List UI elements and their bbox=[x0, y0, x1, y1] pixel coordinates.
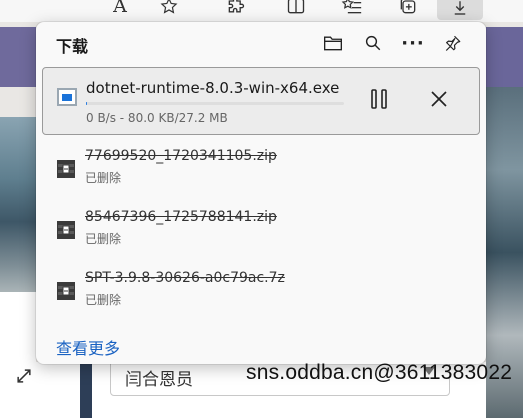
more-icon[interactable]: ··· bbox=[400, 30, 426, 56]
split-screen-icon[interactable] bbox=[284, 0, 308, 18]
download-file-name[interactable]: dotnet-runtime-8.0.3-win-x64.exe bbox=[86, 79, 339, 97]
read-aloud-glyph: A bbox=[113, 0, 127, 17]
favorite-star-icon[interactable] bbox=[157, 0, 181, 18]
download-file-name[interactable]: 77699520_1720341105.zip bbox=[85, 148, 277, 164]
page-header-band-right bbox=[486, 27, 523, 87]
search-icon[interactable] bbox=[360, 30, 386, 56]
page-header-band bbox=[0, 27, 36, 87]
pause-button[interactable] bbox=[363, 84, 397, 114]
download-item-active[interactable]: dotnet-runtime-8.0.3-win-x64.exe 0 B/s -… bbox=[42, 67, 480, 135]
download-status: 已删除 bbox=[85, 293, 122, 307]
download-progress-bar bbox=[86, 102, 344, 105]
downloads-title: 下载 bbox=[56, 37, 89, 56]
page-content-area bbox=[0, 292, 36, 418]
download-status: 已删除 bbox=[85, 171, 122, 185]
download-item[interactable]: 85467396_1725788141.zip 已删除 bbox=[42, 206, 480, 262]
collections-icon[interactable] bbox=[396, 0, 420, 18]
download-status: 0 B/s - 80.0 KB/27.2 MB bbox=[86, 111, 228, 125]
download-file-name[interactable]: SPT-3.9.8-30626-a0c79ac.7z bbox=[85, 270, 285, 286]
download-status: 已删除 bbox=[85, 232, 122, 246]
downloads-panel: 下载 ··· dotnet-runtime-8.0.3-win-x64.exe … bbox=[36, 22, 486, 364]
page-accent-bar bbox=[80, 362, 92, 418]
cancel-download-button[interactable] bbox=[422, 84, 456, 114]
close-icon bbox=[431, 91, 447, 107]
browser-toolbar: A bbox=[0, 0, 523, 22]
favorites-icon[interactable] bbox=[340, 0, 364, 18]
archive-file-icon bbox=[57, 221, 75, 239]
pin-icon[interactable] bbox=[440, 30, 466, 56]
page-banner-image bbox=[0, 117, 36, 292]
more-glyph: ··· bbox=[401, 32, 425, 54]
extensions-icon[interactable] bbox=[224, 0, 248, 18]
download-item[interactable]: SPT-3.9.8-30626-a0c79ac.7z 已删除 bbox=[42, 267, 480, 323]
download-item[interactable]: 77699520_1720341105.zip 已删除 bbox=[42, 145, 480, 201]
select-value: 闫合恩员 bbox=[125, 370, 193, 390]
download-file-name[interactable]: 85467396_1725788141.zip bbox=[85, 209, 277, 225]
pause-icon bbox=[371, 89, 387, 109]
downloads-icon[interactable] bbox=[437, 0, 483, 20]
archive-file-icon bbox=[57, 282, 75, 300]
watermark-text: sns.oddba.cn@3611383022 bbox=[246, 361, 513, 384]
exe-file-icon bbox=[57, 88, 77, 106]
download-progress-fill bbox=[86, 102, 87, 105]
see-more-link[interactable]: 查看更多 bbox=[56, 335, 120, 359]
folder-icon[interactable] bbox=[320, 30, 346, 56]
archive-file-icon bbox=[57, 160, 75, 178]
read-aloud-icon[interactable]: A bbox=[108, 0, 132, 18]
expand-icon[interactable] bbox=[14, 366, 34, 391]
